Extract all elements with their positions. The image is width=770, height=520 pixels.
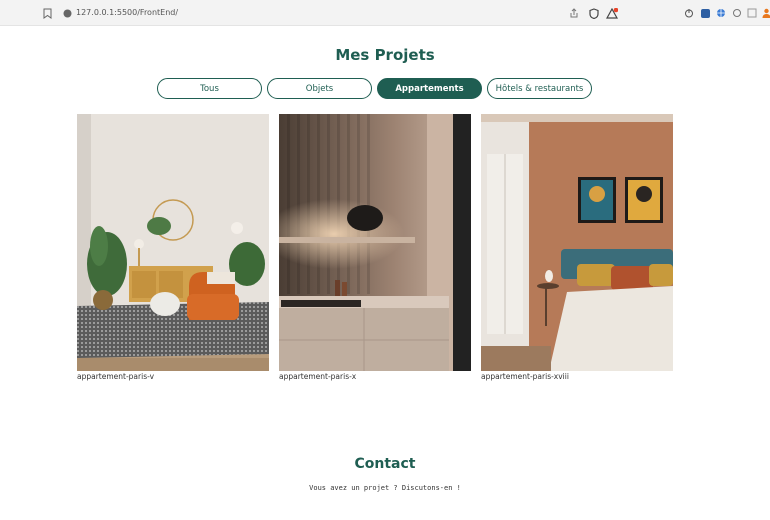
brave-rewards-icon[interactable] <box>605 6 619 20</box>
project-caption: appartement-paris-xviii <box>481 372 569 381</box>
project-caption: appartement-paris-v <box>77 372 155 381</box>
project-photo-living-room[interactable] <box>77 114 269 371</box>
extension-globe-icon[interactable] <box>714 6 728 20</box>
site-info-icon[interactable] <box>60 6 74 20</box>
project-photo-bedroom[interactable] <box>481 114 673 371</box>
power-icon[interactable] <box>682 6 696 20</box>
filter-hotels-restaurants-button[interactable]: Hôtels & restaurants <box>487 78 592 99</box>
extension-puzzle-icon[interactable] <box>730 6 744 20</box>
projects-title: Mes Projets <box>335 46 435 64</box>
filter-all-button[interactable]: Tous <box>157 78 262 99</box>
contact-subtitle: Vous avez un projet ? Discutons-en ! <box>309 484 461 492</box>
project-card[interactable]: appartement-paris-x <box>279 114 471 381</box>
brave-shield-icon[interactable] <box>587 6 601 20</box>
address-bar[interactable]: 127.0.0.1:5500/FrontEnd/ <box>76 8 178 17</box>
profile-icon[interactable] <box>759 6 770 20</box>
share-icon[interactable] <box>567 6 581 20</box>
bookmark-icon[interactable] <box>40 6 54 20</box>
sidebar-toggle-icon[interactable] <box>745 6 759 20</box>
extension-b-icon[interactable] <box>698 6 712 20</box>
project-card[interactable]: appartement-paris-v <box>77 114 269 381</box>
contact-title: Contact <box>354 456 416 472</box>
project-photo-kitchen[interactable] <box>279 114 471 371</box>
project-caption: appartement-paris-x <box>279 372 357 381</box>
project-card[interactable]: appartement-paris-xviii <box>481 114 673 381</box>
filter-objects-button[interactable]: Objets <box>267 78 372 99</box>
filter-apartments-button[interactable]: Appartements <box>377 78 482 99</box>
browser-toolbar: 127.0.0.1:5500/FrontEnd/ <box>0 0 770 26</box>
